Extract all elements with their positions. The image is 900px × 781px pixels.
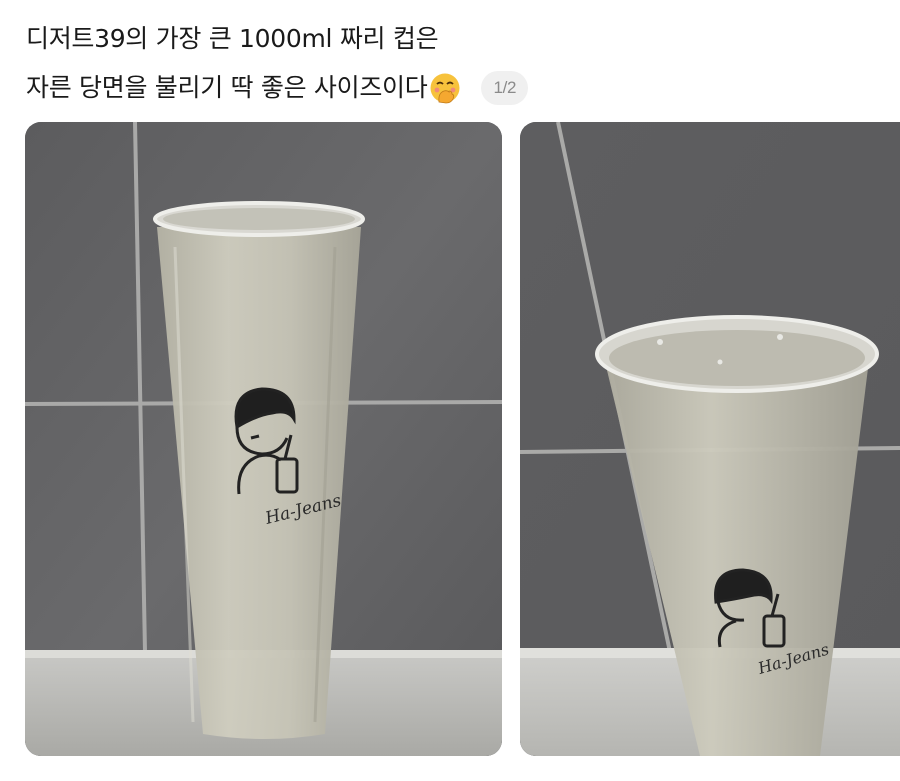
- post-line-2-text: 자른 당면을 불리기 딱 좋은 사이즈이다: [26, 72, 428, 102]
- photo-1[interactable]: Ha-Jeans: [25, 122, 502, 756]
- face-with-hand-over-mouth-icon: [430, 73, 460, 103]
- photo-2-scene: Ha-Jeans: [520, 122, 900, 756]
- photo-2[interactable]: Ha-Jeans: [520, 122, 900, 756]
- post-text: 디저트39의 가장 큰 1000ml 짜리 컵은 자른 당면을 불리기 딱 좋은…: [26, 14, 886, 112]
- post-line-1: 디저트39의 가장 큰 1000ml 짜리 컵은: [26, 23, 439, 53]
- image-counter-badge: 1/2: [481, 70, 529, 105]
- photo-1-scene: Ha-Jeans: [25, 122, 502, 756]
- post-line-2: 자른 당면을 불리기 딱 좋은 사이즈이다 1/2: [26, 63, 886, 112]
